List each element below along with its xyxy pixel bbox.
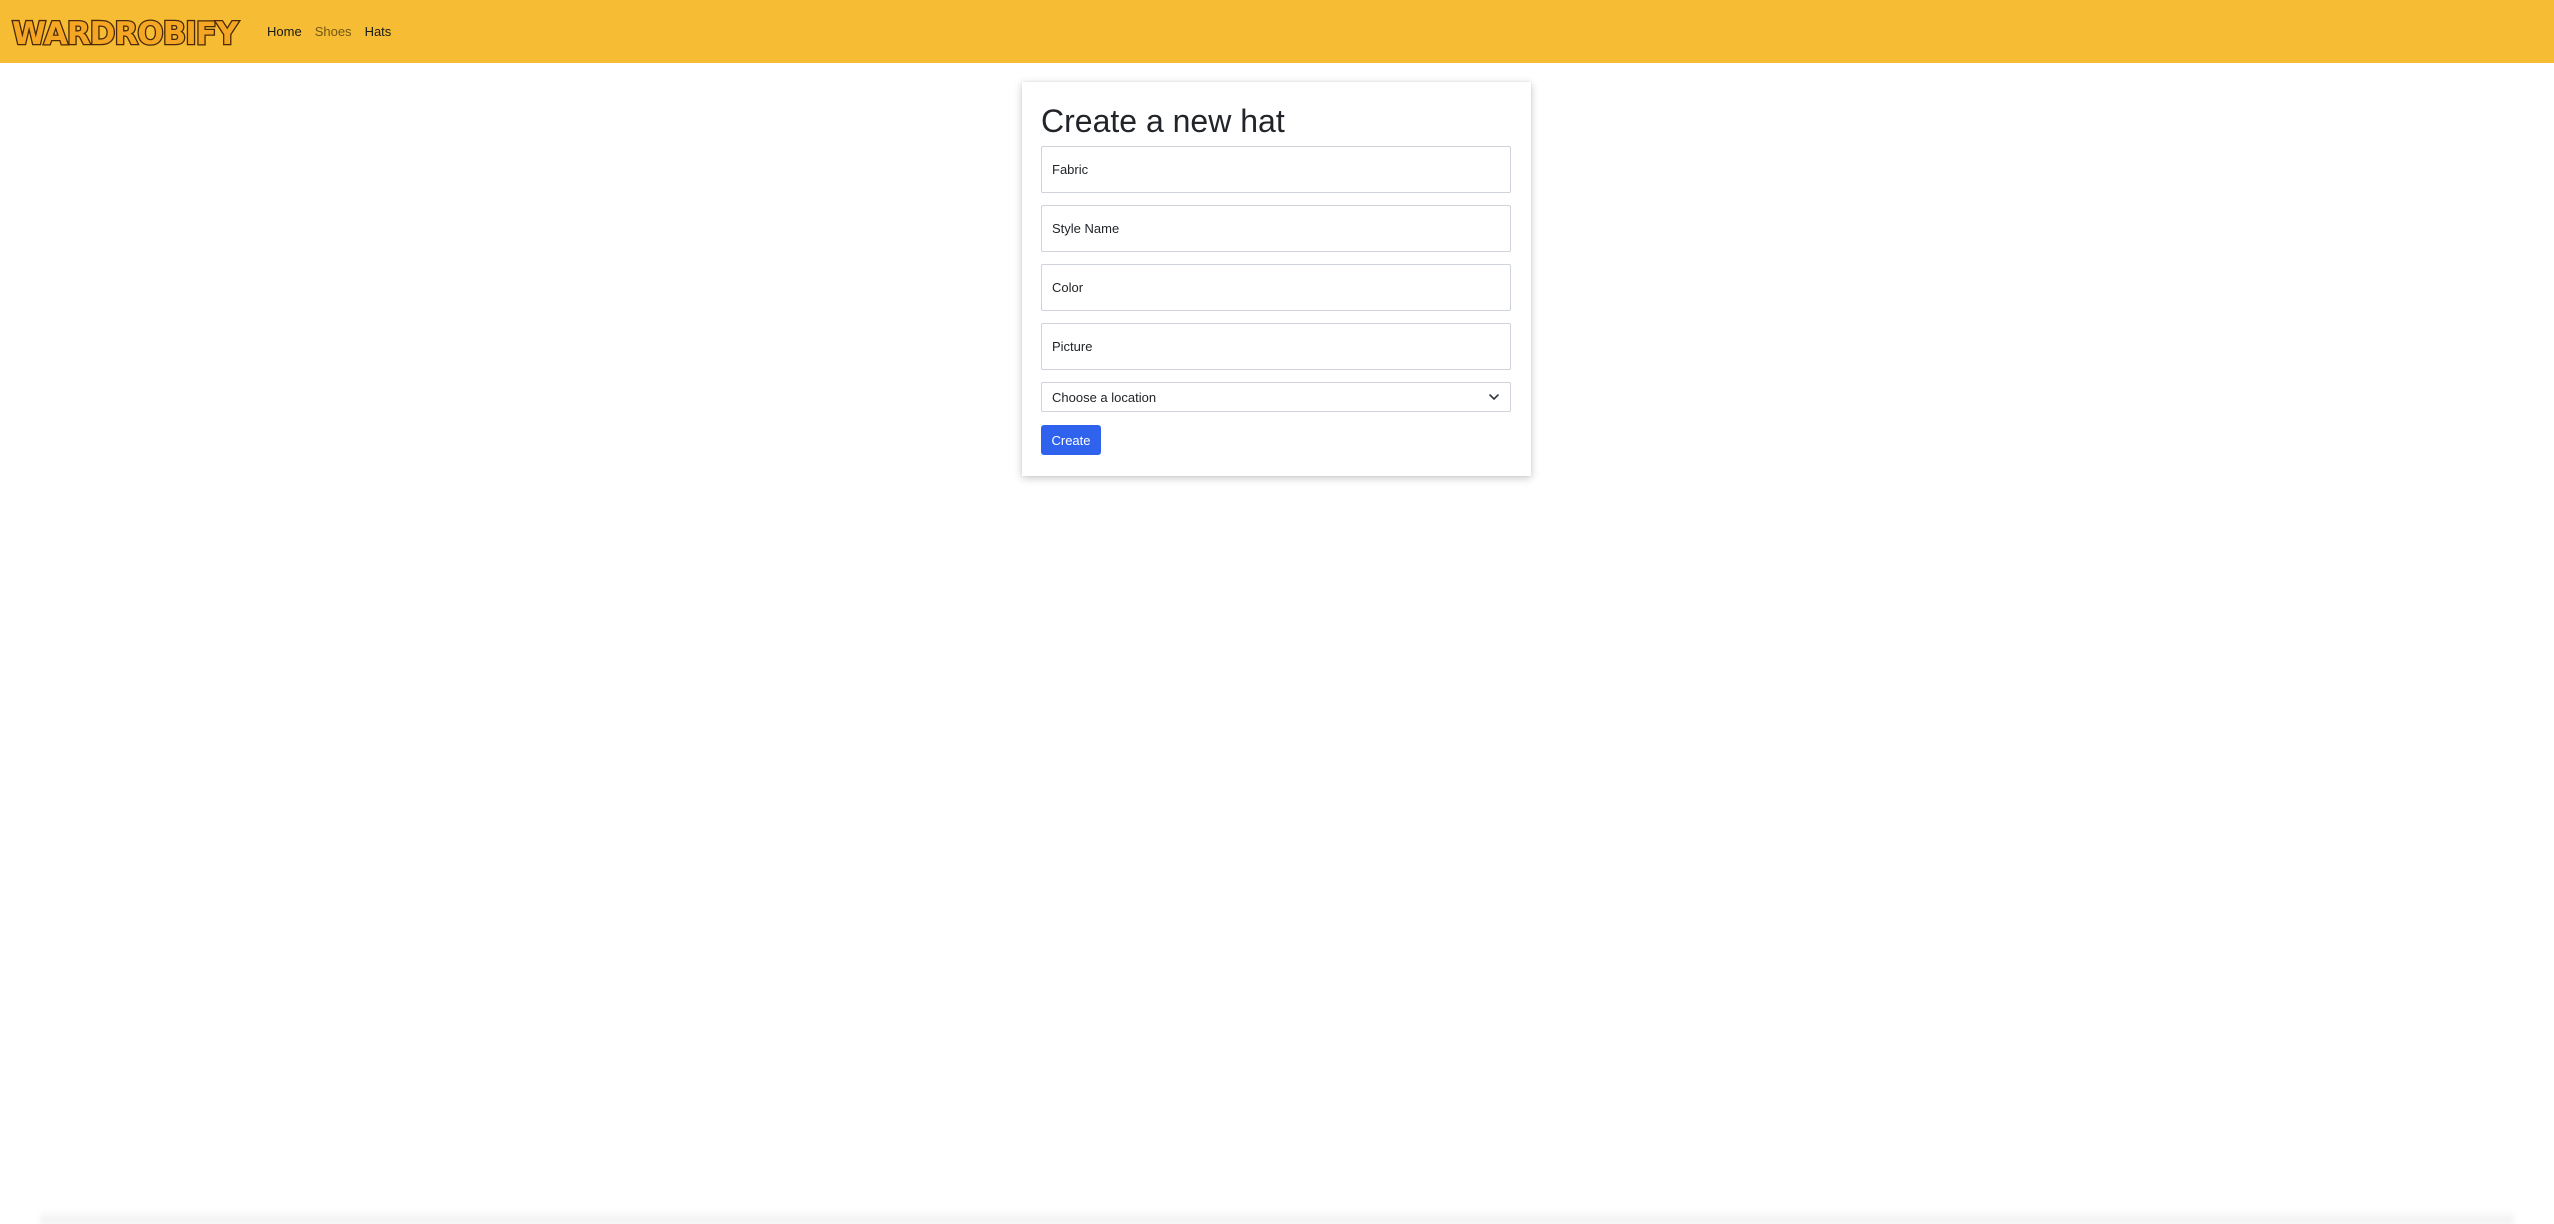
nav-link-home[interactable]: Home bbox=[267, 24, 302, 39]
style-name-field[interactable]: Style Name bbox=[1041, 205, 1511, 252]
location-select[interactable]: Choose a location bbox=[1041, 382, 1511, 412]
color-field[interactable]: Color bbox=[1041, 264, 1511, 311]
page-title: Create a new hat bbox=[1041, 103, 1285, 139]
location-select-value: Choose a location bbox=[1052, 389, 1157, 405]
picture-field-label: Picture bbox=[1052, 339, 1093, 354]
color-field-label: Color bbox=[1052, 280, 1084, 295]
nav-link-shoes[interactable]: Shoes bbox=[315, 24, 352, 39]
fabric-field[interactable]: Fabric bbox=[1041, 146, 1511, 193]
picture-field[interactable]: Picture bbox=[1041, 323, 1511, 370]
svg-text:WARDROBIFY: WARDROBIFY bbox=[12, 16, 239, 52]
chevron-down-icon bbox=[1489, 394, 1499, 400]
navbar: WARDROBIFY Home Shoes Hats bbox=[0, 0, 2554, 63]
bottom-shadow bbox=[40, 1210, 2514, 1224]
wardrobify-logo[interactable]: WARDROBIFY bbox=[10, 12, 245, 52]
create-hat-card: Create a new hat Fabric Style Name Color… bbox=[1022, 82, 1531, 476]
fabric-field-label: Fabric bbox=[1052, 162, 1089, 177]
create-button[interactable]: Create bbox=[1041, 425, 1101, 455]
style-name-field-label: Style Name bbox=[1052, 221, 1120, 236]
nav-link-hats[interactable]: Hats bbox=[365, 24, 392, 39]
